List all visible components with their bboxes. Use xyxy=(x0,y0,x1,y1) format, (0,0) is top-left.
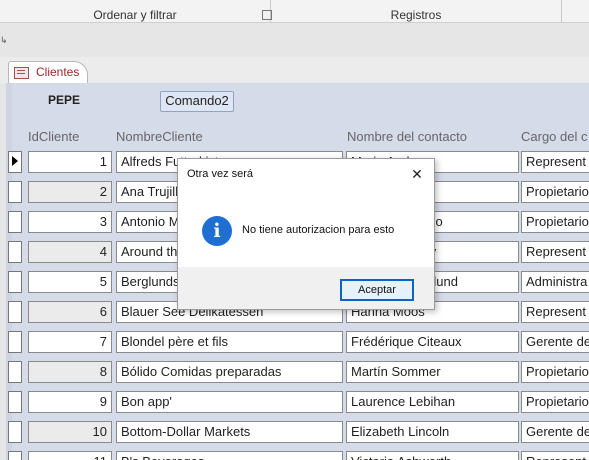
close-icon[interactable]: ✕ xyxy=(409,166,425,182)
idcliente-field[interactable]: 7 xyxy=(28,331,112,353)
cargo-field[interactable]: Propietario xyxy=(521,181,589,203)
idcliente-field[interactable]: 2 xyxy=(28,181,112,203)
cargo-field[interactable]: Propietario xyxy=(521,391,589,413)
cargo-field[interactable]: Gerente de xyxy=(521,331,589,353)
idcliente-field[interactable]: 1 xyxy=(28,151,112,173)
nombrecliente-field[interactable]: Bólido Comidas preparadas xyxy=(116,361,343,383)
record-selector[interactable] xyxy=(8,241,22,263)
nombrecliente-field[interactable]: Bottom-Dollar Markets xyxy=(116,421,343,443)
record-selector[interactable] xyxy=(8,451,22,460)
column-header-idcliente: IdCliente xyxy=(28,129,80,144)
form-icon xyxy=(14,67,29,79)
idcliente-field[interactable]: 10 xyxy=(28,421,112,443)
message-dialog: Otra vez será ✕ i No tiene autorizacion … xyxy=(177,158,435,310)
cargo-field[interactable]: Represent xyxy=(521,301,589,323)
idcliente-field[interactable]: 6 xyxy=(28,301,112,323)
idcliente-field[interactable]: 4 xyxy=(28,241,112,263)
record-selector[interactable] xyxy=(8,301,22,323)
record-selector[interactable] xyxy=(8,271,22,293)
cargo-field[interactable]: Propietario xyxy=(521,361,589,383)
ribbon: Ordenar y filtrar Registros xyxy=(0,0,589,23)
ribbon-group-records: Registros xyxy=(271,0,562,22)
column-header-nombrecliente: NombreCliente xyxy=(116,129,203,144)
document-tabs: Clientes xyxy=(0,57,589,84)
dialog-title: Otra vez será xyxy=(187,168,254,180)
column-header-cargo: Cargo del c xyxy=(521,129,588,144)
cargo-field[interactable]: Administra xyxy=(521,271,589,293)
column-header-contacto: Nombre del contacto xyxy=(347,129,467,144)
idcliente-field[interactable]: 3 xyxy=(28,211,112,233)
tab-label: Clientes xyxy=(36,65,80,79)
collapse-icon[interactable]: ↳ xyxy=(0,35,8,46)
cargo-field[interactable]: Represent xyxy=(521,151,589,173)
tab-clientes[interactable]: Clientes xyxy=(8,61,88,84)
contacto-field[interactable]: Elizabeth Lincoln xyxy=(346,421,519,443)
nombrecliente-field[interactable]: B's Beverages xyxy=(116,451,343,460)
ok-button[interactable]: Aceptar xyxy=(340,279,414,301)
cargo-field[interactable]: Gerente de xyxy=(521,421,589,443)
record-selector[interactable] xyxy=(8,421,22,443)
dialog-message: No tiene autorizacion para esto xyxy=(242,224,395,236)
contacto-field[interactable]: Frédérique Citeaux xyxy=(346,331,519,353)
idcliente-field[interactable]: 9 xyxy=(28,391,112,413)
idcliente-field[interactable]: 5 xyxy=(28,271,112,293)
record-selector[interactable] xyxy=(8,151,22,173)
idcliente-field[interactable]: 11 xyxy=(28,451,112,460)
nombrecliente-field[interactable]: Bon app' xyxy=(116,391,343,413)
record-selector[interactable] xyxy=(8,331,22,353)
navigation-bar: ↳ xyxy=(0,23,589,58)
contacto-field[interactable]: Martín Sommer xyxy=(346,361,519,383)
cargo-field[interactable]: Represent xyxy=(521,451,589,460)
info-icon: i xyxy=(202,216,232,246)
record-selector[interactable] xyxy=(8,391,22,413)
ribbon-group-sort-filter: Ordenar y filtrar xyxy=(0,0,271,22)
cargo-field[interactable]: Represent xyxy=(521,241,589,263)
nombrecliente-field[interactable]: Blondel père et fils xyxy=(116,331,343,353)
contacto-field[interactable]: Laurence Lebihan xyxy=(346,391,519,413)
comando2-button[interactable]: Comando2 xyxy=(160,91,234,112)
dialog-launcher-icon[interactable] xyxy=(262,10,272,20)
record-selector[interactable] xyxy=(8,181,22,203)
cargo-field[interactable]: Propietario xyxy=(521,211,589,233)
record-selector[interactable] xyxy=(8,211,22,233)
contacto-field[interactable]: Victoria Ashworth xyxy=(346,451,519,460)
idcliente-field[interactable]: 8 xyxy=(28,361,112,383)
dialog-footer: Aceptar xyxy=(178,267,434,309)
form-label: PEPE xyxy=(48,93,81,107)
record-selector[interactable] xyxy=(8,361,22,383)
